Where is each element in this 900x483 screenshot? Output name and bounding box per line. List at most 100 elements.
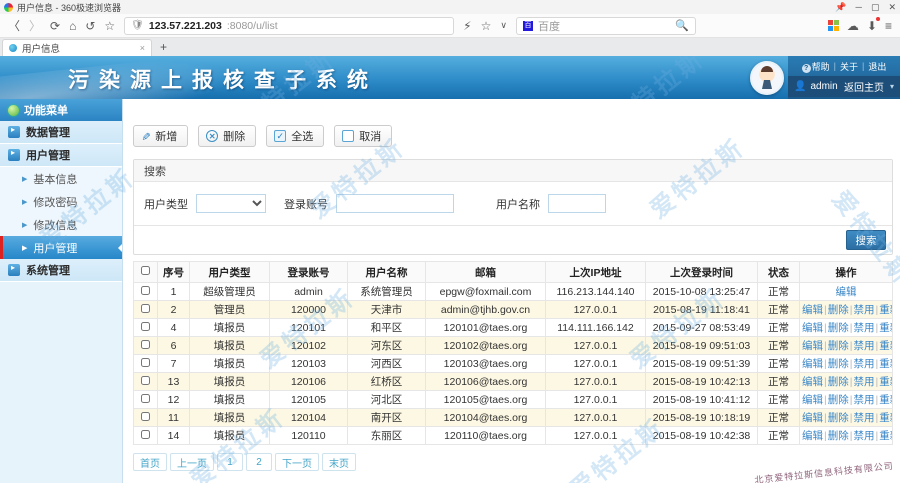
sidebar-item-0[interactable]: 数据管理 — [0, 121, 122, 144]
page-button-1[interactable]: 上一页 — [170, 453, 214, 471]
op-link-0[interactable]: 编辑 — [802, 412, 823, 424]
download-icon[interactable]: ⬇ — [867, 19, 877, 33]
page-button-2[interactable]: 1 — [217, 453, 243, 471]
page-button-4[interactable]: 下一页 — [275, 453, 319, 471]
op-link-3[interactable]: 重新验证 — [879, 394, 892, 406]
chevron-down-icon[interactable]: ∨ — [500, 21, 507, 30]
apps-grid-icon[interactable] — [828, 20, 839, 31]
column-header: 上次登录时间 — [646, 262, 758, 283]
op-link-2[interactable]: 禁用 — [853, 394, 874, 406]
about-link[interactable]: 关于 — [840, 60, 858, 73]
cancel-select-button[interactable]: 取消 — [334, 125, 392, 147]
sidebar-item-3[interactable]: ▶修改密码 — [0, 190, 122, 213]
row-checkbox[interactable] — [141, 430, 150, 439]
op-link-2[interactable]: 禁用 — [853, 358, 874, 370]
cell-email: admin@tjhb.gov.cn — [426, 301, 546, 319]
op-link-1[interactable]: 删除 — [828, 376, 849, 388]
op-link-3[interactable]: 重新验证 — [879, 412, 892, 424]
op-link-1[interactable]: 删除 — [828, 430, 849, 442]
tab-bar: 用户信息 × + — [0, 38, 900, 56]
op-link-3[interactable]: 重新验证 — [879, 340, 892, 352]
op-link-2[interactable]: 禁用 — [853, 376, 874, 388]
row-checkbox[interactable] — [141, 322, 150, 331]
op-link-0[interactable]: 编辑 — [802, 358, 823, 370]
op-link-1[interactable]: 删除 — [828, 412, 849, 424]
row-checkbox[interactable] — [141, 358, 150, 367]
url-bar[interactable]: 🛡 123.57.221.203:8080/u/list — [124, 17, 454, 35]
row-checkbox[interactable] — [141, 412, 150, 421]
sidebar-item-1[interactable]: 用户管理 — [0, 144, 122, 167]
minimize-button[interactable]: ─ — [856, 2, 862, 12]
op-link-1[interactable]: 删除 — [828, 304, 849, 316]
op-link-0[interactable]: 编辑 — [836, 286, 857, 298]
op-link-1[interactable]: 删除 — [828, 394, 849, 406]
maximize-button[interactable]: ▢ — [871, 2, 880, 13]
user-type-select[interactable] — [196, 194, 266, 213]
speed-bolt-icon[interactable]: ⚡ — [463, 20, 471, 32]
select-all-checkbox[interactable] — [141, 266, 150, 275]
op-link-3[interactable]: 重新验证 — [879, 376, 892, 388]
sidebar-item-4[interactable]: ▶修改信息 — [0, 213, 122, 236]
sidebar-item-5[interactable]: ▶用户管理 — [0, 236, 122, 259]
search-button[interactable]: 搜索 — [846, 230, 886, 250]
op-link-0[interactable]: 编辑 — [802, 304, 823, 316]
delete-button[interactable]: ✕ 删除 — [198, 125, 256, 147]
op-link-2[interactable]: 禁用 — [853, 340, 874, 352]
menu-hamburger-icon[interactable]: ≡ — [885, 20, 892, 32]
op-link-3[interactable]: 重新验证 — [879, 322, 892, 334]
select-all-button[interactable]: ✓ 全选 — [266, 125, 324, 147]
sidebar-item-6[interactable]: 系统管理 — [0, 259, 122, 282]
op-link-1[interactable]: 删除 — [828, 322, 849, 334]
column-header: 状态 — [758, 262, 800, 283]
op-link-0[interactable]: 编辑 — [802, 322, 823, 334]
forward-icon[interactable]: 〉 — [29, 20, 41, 32]
cell-operations: 编辑|删除|禁用|重新验证 — [800, 427, 893, 445]
page-button-3[interactable]: 2 — [246, 453, 272, 471]
op-link-0[interactable]: 编辑 — [802, 340, 823, 352]
user-type-label: 用户类型 — [144, 196, 188, 212]
return-home-link[interactable]: 返回主页 — [844, 79, 884, 94]
pin-icon[interactable]: 📌 — [835, 2, 846, 13]
row-checkbox[interactable] — [141, 286, 150, 295]
logout-link[interactable]: 退出 — [868, 60, 886, 73]
op-link-3[interactable]: 重新验证 — [879, 304, 892, 316]
sidebar-item-2[interactable]: ▶基本信息 — [0, 167, 122, 190]
row-checkbox[interactable] — [141, 376, 150, 385]
help-link[interactable]: ?帮助 — [802, 60, 830, 73]
search-magnifier-icon[interactable]: 🔍 — [675, 19, 689, 32]
op-link-2[interactable]: 禁用 — [853, 430, 874, 442]
home-icon[interactable]: ⌂ — [69, 20, 76, 32]
row-checkbox[interactable] — [141, 394, 150, 403]
help-icon: ? — [802, 64, 811, 73]
op-link-1[interactable]: 删除 — [828, 358, 849, 370]
op-link-3[interactable]: 重新验证 — [879, 430, 892, 442]
tab-user-info[interactable]: 用户信息 × — [2, 39, 152, 56]
favorite-icon[interactable]: ☆ — [104, 20, 115, 32]
op-link-2[interactable]: 禁用 — [853, 304, 874, 316]
restore-icon[interactable]: ↺ — [85, 20, 95, 32]
row-checkbox[interactable] — [141, 340, 150, 349]
refresh-icon[interactable]: ⟳ — [50, 20, 60, 32]
add-button[interactable]: ✎ 新增 — [133, 125, 188, 147]
name-input[interactable] — [548, 194, 606, 213]
back-icon[interactable]: 〈 — [8, 20, 20, 32]
page-button-0[interactable]: 首页 — [133, 453, 167, 471]
close-button[interactable]: ✕ — [888, 2, 896, 13]
row-checkbox[interactable] — [141, 304, 150, 313]
baidu-search-box[interactable]: 百 百度 🔍 — [516, 17, 696, 35]
op-link-2[interactable]: 禁用 — [853, 322, 874, 334]
tab-close-icon[interactable]: × — [140, 43, 145, 53]
caret-down-icon[interactable]: ▾ — [890, 82, 894, 91]
op-link-2[interactable]: 禁用 — [853, 412, 874, 424]
sidebar-item-label: 基本信息 — [33, 171, 77, 187]
bookmark-star-icon[interactable]: ☆ — [481, 20, 492, 32]
new-tab-button[interactable]: + — [160, 40, 167, 56]
op-link-1[interactable]: 删除 — [828, 340, 849, 352]
op-link-3[interactable]: 重新验证 — [879, 358, 892, 370]
account-input[interactable] — [336, 194, 454, 213]
page-button-5[interactable]: 末页 — [322, 453, 356, 471]
op-link-0[interactable]: 编辑 — [802, 394, 823, 406]
op-link-0[interactable]: 编辑 — [802, 376, 823, 388]
op-link-0[interactable]: 编辑 — [802, 430, 823, 442]
cloud-icon[interactable]: ☁ — [847, 20, 859, 32]
